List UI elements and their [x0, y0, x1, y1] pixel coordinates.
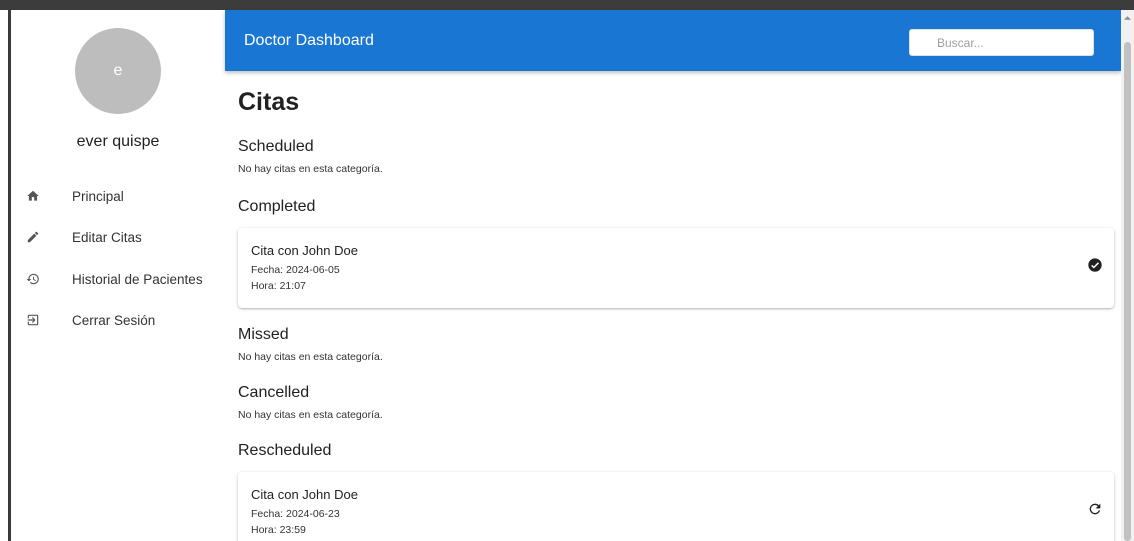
scrollbar-thumb[interactable]	[1124, 42, 1131, 541]
empty-message-scheduled: No hay citas en esta categoría.	[238, 163, 383, 175]
pencil-icon	[25, 229, 41, 245]
sidebar-item-label: Historial de Pacientes	[72, 271, 203, 287]
section-title-missed: Missed	[238, 326, 289, 343]
sidebar-item-cerrar-sesion[interactable]: Cerrar Sesión	[11, 302, 225, 338]
scroll-up-arrow-icon[interactable]	[1124, 14, 1131, 22]
appointment-time: Hora: 21:07	[251, 280, 306, 292]
appointment-date: Fecha: 2024-06-05	[251, 264, 340, 276]
refresh-icon[interactable]	[1087, 501, 1103, 517]
sidebar-item-principal[interactable]: Principal	[11, 178, 225, 214]
sidebar: e ever quispe Principal Editar Citas His…	[11, 10, 225, 541]
sidebar-item-editar-citas[interactable]: Editar Citas	[11, 219, 225, 255]
appointment-date: Fecha: 2024-06-23	[251, 508, 340, 520]
avatar-letter: e	[113, 62, 123, 79]
user-name: ever quispe	[76, 133, 160, 150]
page-title: Citas	[238, 88, 300, 116]
section-title-cancelled: Cancelled	[238, 384, 310, 401]
empty-message-missed: No hay citas en esta categoría.	[238, 351, 383, 363]
sidebar-item-label: Cerrar Sesión	[72, 312, 156, 328]
sidebar-item-label: Principal	[72, 188, 124, 204]
app-title: Doctor Dashboard	[244, 32, 374, 49]
appointment-title: Cita con John Doe	[251, 487, 358, 502]
search-input[interactable]	[909, 29, 1094, 56]
appointment-time: Hora: 23:59	[251, 524, 306, 536]
sidebar-item-historial[interactable]: Historial de Pacientes	[11, 261, 225, 297]
window-top-border	[0, 0, 1134, 10]
app-window: e ever quispe Principal Editar Citas His…	[0, 0, 1134, 541]
section-title-scheduled: Scheduled	[238, 138, 314, 155]
appointment-card[interactable]: Cita con John Doe Fecha: 2024-06-05 Hora…	[238, 228, 1114, 308]
logout-icon	[25, 312, 41, 328]
main-content: Doctor Dashboard Citas Scheduled No hay …	[225, 10, 1121, 541]
section-title-rescheduled: Rescheduled	[238, 442, 332, 459]
section-title-completed: Completed	[238, 198, 316, 215]
app-bar: Doctor Dashboard	[225, 10, 1121, 71]
home-icon	[25, 188, 41, 204]
vertical-scrollbar[interactable]	[1121, 10, 1134, 541]
check-circle-icon	[1087, 257, 1103, 273]
sidebar-item-label: Editar Citas	[72, 229, 142, 245]
history-icon	[25, 271, 41, 287]
appointment-card[interactable]: Cita con John Doe Fecha: 2024-06-23 Hora…	[238, 472, 1114, 541]
empty-message-cancelled: No hay citas en esta categoría.	[238, 409, 383, 421]
appointment-title: Cita con John Doe	[251, 243, 358, 258]
avatar[interactable]: e	[75, 28, 161, 114]
